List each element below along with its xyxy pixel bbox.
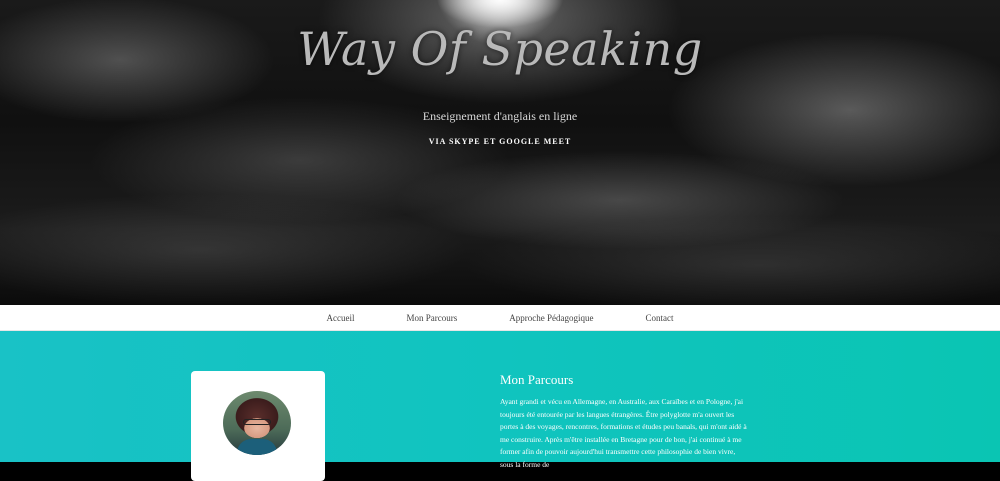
profile-card <box>191 371 325 481</box>
avatar <box>223 391 291 455</box>
nav-item-approche-pedagogique[interactable]: Approche Pédagogique <box>509 313 593 323</box>
main-navigation: Accueil Mon Parcours Approche Pédagogiqu… <box>0 305 1000 331</box>
glasses-detail <box>243 419 271 425</box>
nav-item-mon-parcours[interactable]: Mon Parcours <box>407 313 458 323</box>
site-tagline: Enseignement d'anglais en ligne <box>422 109 578 123</box>
section-title: Mon Parcours <box>500 372 574 387</box>
site-subtagline: VIA SKYPE ET GOOGLE MEET <box>428 137 572 146</box>
hero-banner: Way Of Speaking Enseignement d'anglais e… <box>0 0 1000 305</box>
site-title: Way Of Speaking <box>297 22 703 76</box>
nav-item-accueil[interactable]: Accueil <box>327 313 355 323</box>
section-body: Ayant grandi et vécu en Allemagne, en Au… <box>500 397 747 469</box>
shirt-detail <box>237 439 277 455</box>
nav-item-contact[interactable]: Contact <box>645 313 673 323</box>
mon-parcours-section: Mon Parcours Ayant grandi et vécu en All… <box>0 331 1000 481</box>
